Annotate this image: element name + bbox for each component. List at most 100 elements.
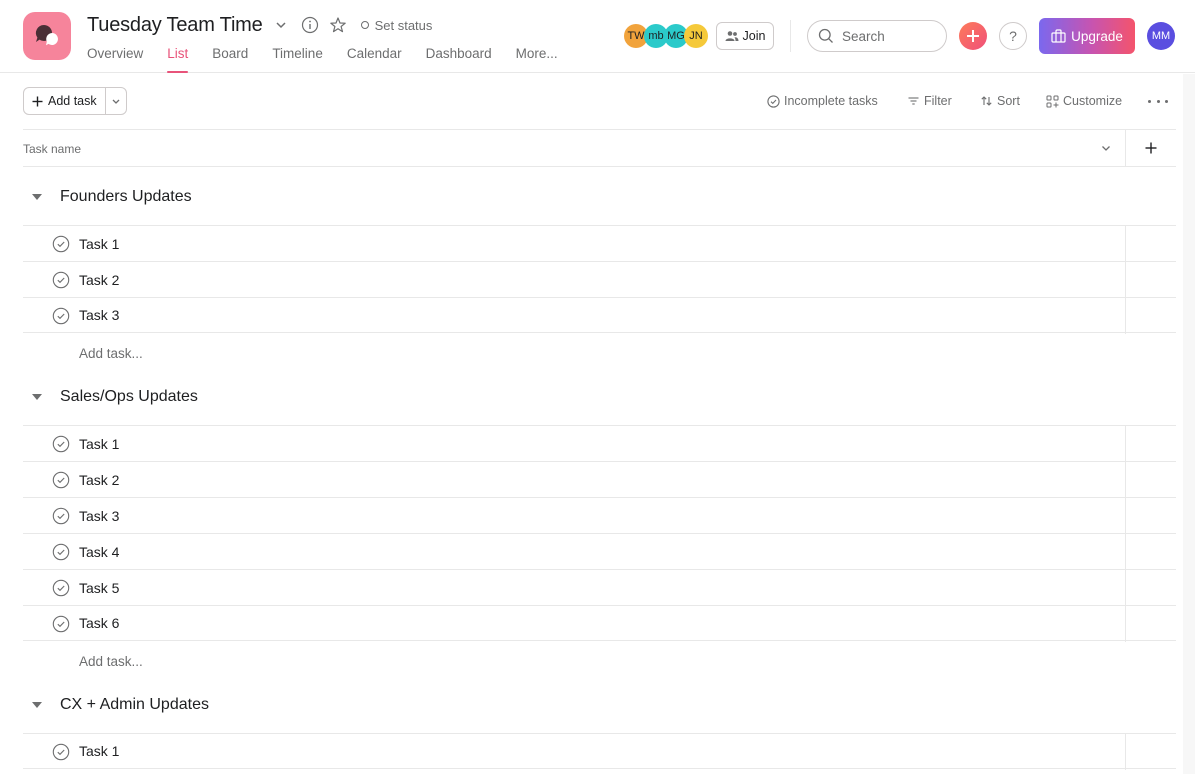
header-divider xyxy=(790,20,791,52)
status-dot-icon xyxy=(360,21,369,29)
tab-board[interactable]: Board xyxy=(212,44,248,73)
task-row[interactable]: Task 2 xyxy=(23,461,1176,498)
complete-check-icon[interactable] xyxy=(52,507,70,525)
customize-button[interactable]: Customize xyxy=(1046,92,1122,110)
section-title: CX + Admin Updates xyxy=(60,696,209,713)
column-divider xyxy=(1125,606,1126,642)
tab-dashboard[interactable]: Dashboard xyxy=(426,44,492,73)
caret-down-icon[interactable] xyxy=(32,194,42,200)
task-name[interactable]: Task 3 xyxy=(79,508,119,524)
complete-check-icon[interactable] xyxy=(52,271,70,289)
add-task-dropdown[interactable] xyxy=(106,88,126,114)
caret-down-icon[interactable] xyxy=(32,702,42,708)
tab-timeline[interactable]: Timeline xyxy=(272,44,323,73)
task-name[interactable]: Task 1 xyxy=(79,236,119,252)
add-task-button[interactable]: Add task xyxy=(24,88,106,114)
member-avatars[interactable]: TW mb MG JN xyxy=(624,24,708,48)
add-column-icon[interactable] xyxy=(1143,140,1159,156)
column-divider xyxy=(1125,734,1126,770)
complete-check-icon[interactable] xyxy=(52,435,70,453)
tab-more[interactable]: More... xyxy=(516,44,558,73)
set-status-button[interactable]: Set status xyxy=(360,17,433,33)
search-icon xyxy=(818,28,833,43)
chevron-down-icon[interactable] xyxy=(273,17,289,33)
user-avatar[interactable]: MM xyxy=(1147,22,1175,50)
task-name[interactable]: Task 2 xyxy=(79,272,119,288)
add-task-button-group: Add task xyxy=(23,87,127,115)
task-row[interactable]: Task 3 xyxy=(23,297,1176,334)
add-task-row: Add task... xyxy=(23,641,1176,681)
star-icon[interactable] xyxy=(329,16,347,34)
info-icon[interactable] xyxy=(301,16,319,34)
section-header[interactable]: Sales/Ops Updates xyxy=(23,369,1176,425)
task-name[interactable]: Task 3 xyxy=(79,307,119,323)
tab-overview[interactable]: Overview xyxy=(87,44,143,73)
project-header: Tuesday Team Time Set status Overview Li… xyxy=(0,0,1195,73)
sort-button[interactable]: Sort xyxy=(980,92,1020,110)
search-input[interactable] xyxy=(842,28,932,44)
column-header: Task name xyxy=(23,129,1176,167)
task-name[interactable]: Task 2 xyxy=(79,472,119,488)
column-divider xyxy=(1125,262,1126,298)
task-row[interactable]: Task 2 xyxy=(23,261,1176,298)
add-task-link[interactable]: Add task... xyxy=(79,654,143,669)
complete-check-icon[interactable] xyxy=(52,579,70,597)
section-header[interactable]: Founders Updates xyxy=(23,169,1176,225)
complete-check-icon[interactable] xyxy=(52,307,70,325)
task-name[interactable]: Task 1 xyxy=(79,743,119,759)
task-name[interactable]: Task 4 xyxy=(79,544,119,560)
tab-calendar[interactable]: Calendar xyxy=(347,44,402,73)
add-task-link[interactable]: Add task... xyxy=(79,346,143,361)
tab-list[interactable]: List xyxy=(167,44,189,73)
task-section: Founders Updates Task 1 Task 2 Task 3 Add ta… xyxy=(23,169,1176,373)
task-row[interactable]: Task 1 xyxy=(23,733,1176,770)
column-divider xyxy=(1125,130,1126,167)
task-row[interactable]: Task 4 xyxy=(23,533,1176,570)
task-row[interactable]: Task 3 xyxy=(23,497,1176,534)
column-divider xyxy=(1125,426,1126,462)
complete-check-icon[interactable] xyxy=(52,615,70,633)
task-row[interactable]: Task 5 xyxy=(23,569,1176,606)
add-task-row: Add task... xyxy=(23,333,1176,373)
task-row[interactable]: Task 1 xyxy=(23,225,1176,262)
task-name[interactable]: Task 5 xyxy=(79,580,119,596)
complete-check-icon[interactable] xyxy=(52,235,70,253)
task-name[interactable]: Task 6 xyxy=(79,615,119,631)
column-divider xyxy=(1125,570,1126,606)
task-name-column[interactable]: Task name xyxy=(23,142,81,156)
caret-down-icon[interactable] xyxy=(32,394,42,400)
complete-check-icon[interactable] xyxy=(52,743,70,761)
more-options-icon[interactable] xyxy=(1148,92,1168,110)
chevron-down-icon[interactable] xyxy=(1099,141,1113,155)
search-box[interactable] xyxy=(807,20,947,52)
complete-check-icon[interactable] xyxy=(52,471,70,489)
scrollbar[interactable] xyxy=(1183,74,1195,774)
customize-label: Customize xyxy=(1063,94,1123,108)
task-section: CX + Admin Updates Task 1 xyxy=(23,677,1176,770)
question-mark-icon: ? xyxy=(1009,28,1017,44)
task-name[interactable]: Task 1 xyxy=(79,436,119,452)
incomplete-tasks-label: Incomplete tasks xyxy=(784,94,878,108)
people-icon xyxy=(725,31,739,41)
section-header[interactable]: CX + Admin Updates xyxy=(23,677,1176,733)
complete-check-icon[interactable] xyxy=(52,543,70,561)
filter-button[interactable]: Filter xyxy=(907,92,952,110)
join-button[interactable]: Join xyxy=(716,22,774,50)
incomplete-tasks-button[interactable]: Incomplete tasks xyxy=(767,92,878,110)
set-status-label: Set status xyxy=(374,17,433,33)
plus-icon xyxy=(32,96,43,106)
help-button[interactable]: ? xyxy=(999,22,1027,50)
create-button[interactable] xyxy=(959,22,987,50)
sort-label: Sort xyxy=(997,94,1020,108)
join-label: Join xyxy=(742,29,766,43)
project-icon[interactable] xyxy=(23,12,71,60)
task-row[interactable]: Task 6 xyxy=(23,605,1176,642)
avatar[interactable]: JN xyxy=(684,24,708,48)
column-divider xyxy=(1125,226,1126,262)
chevron-down-icon xyxy=(112,99,120,104)
add-task-label: Add task xyxy=(48,94,97,108)
column-divider xyxy=(1125,298,1126,334)
upgrade-button[interactable]: Upgrade xyxy=(1039,18,1135,54)
task-row[interactable]: Task 1 xyxy=(23,425,1176,462)
plus-icon xyxy=(967,30,979,42)
